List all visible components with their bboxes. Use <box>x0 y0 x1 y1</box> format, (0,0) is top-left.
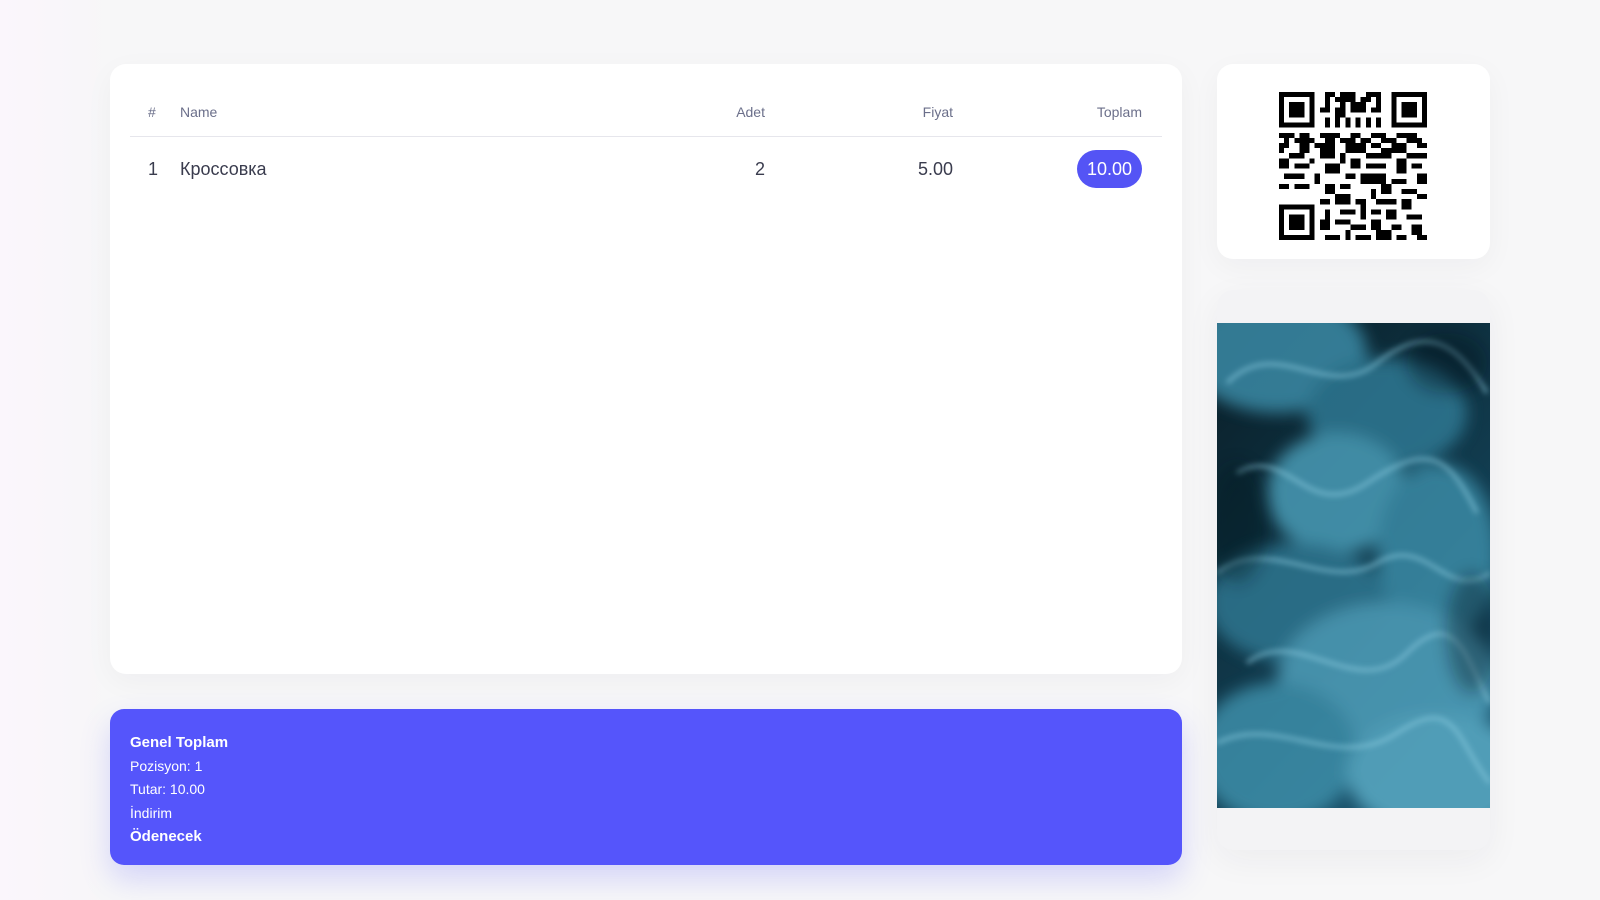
order-items-table: # Name Adet Fiyat Toplam 1 Кроссовка 2 5… <box>110 64 1182 674</box>
row-product-name: Кроссовка <box>180 158 267 179</box>
header-quantity: Adet <box>736 104 765 120</box>
qr-card <box>1217 64 1490 259</box>
amount-payable-label: Ödenecek <box>130 828 202 845</box>
header-price: Fiyat <box>922 104 953 120</box>
grand-total-panel: Genel Toplam Pozisyon: 1 Tutar: 10.00 İn… <box>110 709 1182 865</box>
table-header: # Name Adet Fiyat Toplam <box>130 88 1162 137</box>
row-number: 1 <box>148 158 159 179</box>
position-count: Pozisyon: 1 <box>130 757 203 774</box>
grand-total-title: Genel Toplam <box>130 734 229 751</box>
row-total-badge: 10.00 <box>1076 150 1142 188</box>
row-total-cell: 10.00 <box>1076 138 1142 200</box>
header-total: Toplam <box>1096 104 1142 120</box>
subtotal-amount: Tutar: 10.00 <box>130 781 205 797</box>
header-number: # <box>148 104 156 120</box>
qr-code-icon <box>1279 92 1427 240</box>
row-price: 5.00 <box>917 158 953 179</box>
discount-label: İndirim <box>130 804 173 821</box>
blue-smoke-image <box>1217 323 1490 808</box>
table-row[interactable]: 1 Кроссовка 2 5.00 10.00 <box>130 138 1162 200</box>
header-name: Name <box>180 104 218 120</box>
row-quantity: 2 <box>754 158 765 179</box>
